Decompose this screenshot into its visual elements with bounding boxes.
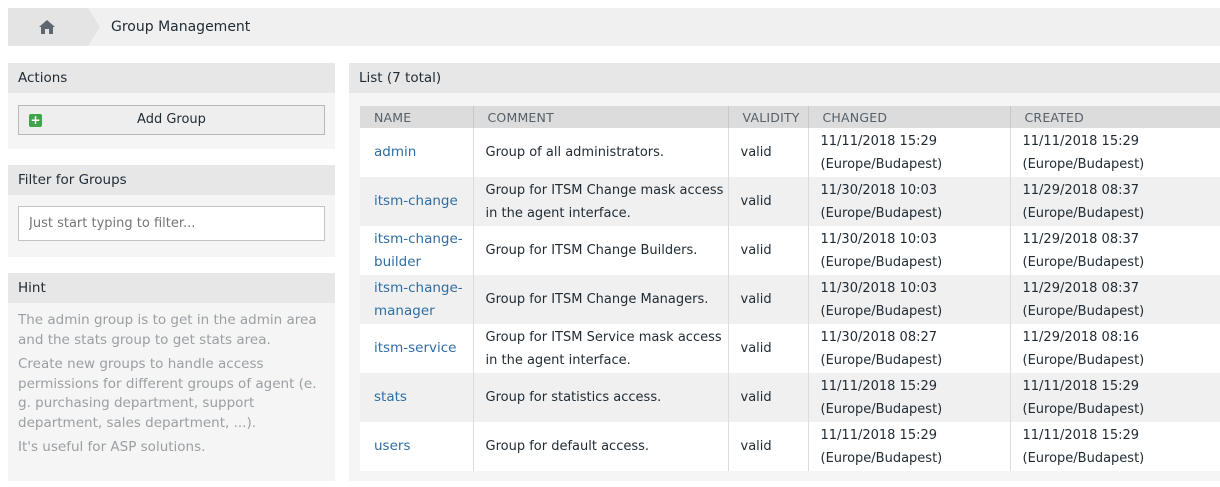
changed-timezone: (Europe/Budapest) xyxy=(820,254,943,270)
group-name-link[interactable]: admin xyxy=(360,128,474,177)
group-created: 11/11/2018 15:29 (Europe/Budapest) xyxy=(1010,128,1220,177)
created-date: 11/29/2018 08:16 xyxy=(1022,329,1140,345)
group-name-link[interactable]: itsm-change xyxy=(360,177,474,226)
list-header: List (7 total) xyxy=(349,63,1220,93)
group-validity: valid xyxy=(728,373,809,422)
created-timezone: (Europe/Budapest) xyxy=(1022,205,1145,221)
created-date: 11/29/2018 08:37 xyxy=(1022,182,1140,198)
group-comment: Group for ITSM Change Managers. xyxy=(473,275,729,324)
filter-header: Filter for Groups xyxy=(8,165,335,195)
changed-date: 11/11/2018 15:29 xyxy=(820,378,938,394)
group-name-link[interactable]: stats xyxy=(360,373,474,422)
created-timezone: (Europe/Budapest) xyxy=(1022,156,1145,172)
filter-input[interactable] xyxy=(18,206,325,241)
column-header-created[interactable]: CREATED xyxy=(1010,106,1220,128)
group-name-link[interactable]: itsm-service xyxy=(360,324,474,373)
hint-paragraph: It's useful for ASP solutions. xyxy=(18,439,206,455)
created-timezone: (Europe/Budapest) xyxy=(1022,254,1145,270)
changed-date: 11/30/2018 08:27 xyxy=(820,329,938,345)
group-name-link[interactable]: users xyxy=(360,422,474,471)
column-header-changed[interactable]: CHANGED xyxy=(808,106,1011,128)
changed-date: 11/30/2018 10:03 xyxy=(820,182,938,198)
changed-timezone: (Europe/Budapest) xyxy=(820,156,943,172)
hint-paragraph: Create new groups to handle access permi… xyxy=(18,356,317,431)
hint-header: Hint xyxy=(8,273,335,303)
hint-panel: Hint The admin group is to get in the ad… xyxy=(8,273,335,481)
changed-date: 11/30/2018 10:03 xyxy=(820,231,938,247)
table-row[interactable]: stats Group for statistics access. valid 11… xyxy=(360,373,1220,422)
plus-icon: + xyxy=(29,113,42,127)
group-comment: Group for statistics access. xyxy=(473,373,729,422)
changed-timezone: (Europe/Budapest) xyxy=(820,205,943,221)
group-changed: 11/11/2018 15:29 (Europe/Budapest) xyxy=(808,128,1011,177)
created-timezone: (Europe/Budapest) xyxy=(1022,303,1145,319)
group-comment: Group for ITSM Service mask access in th… xyxy=(473,324,729,373)
table-row[interactable]: itsm-change Group for ITSM Change mask ac… xyxy=(360,177,1220,226)
actions-header: Actions xyxy=(8,63,335,93)
group-created: 11/29/2018 08:37 (Europe/Budapest) xyxy=(1010,226,1220,275)
changed-timezone: (Europe/Budapest) xyxy=(820,401,943,417)
add-group-label: Add Group xyxy=(137,112,206,127)
group-list-panel: List (7 total) NAME COMMENT VALIDITY CHA… xyxy=(349,63,1220,481)
group-comment: Group for default access. xyxy=(473,422,729,471)
actions-panel: Actions + Add Group xyxy=(8,63,335,149)
group-changed: 11/11/2018 15:29 (Europe/Budapest) xyxy=(808,422,1011,471)
changed-timezone: (Europe/Budapest) xyxy=(820,303,943,319)
created-date: 11/11/2018 15:29 xyxy=(1022,427,1140,443)
group-changed: 11/30/2018 08:27 (Europe/Budapest) xyxy=(808,324,1011,373)
hint-body: The admin group is to get in the admin a… xyxy=(8,303,335,458)
group-validity: valid xyxy=(728,422,809,471)
changed-timezone: (Europe/Budapest) xyxy=(820,352,943,368)
table-row[interactable]: itsm-change-builder Group for ITSM Change… xyxy=(360,226,1220,275)
created-date: 11/29/2018 08:37 xyxy=(1022,231,1140,247)
group-validity: valid xyxy=(728,324,809,373)
table-header-row: NAME COMMENT VALIDITY CHANGED CREATED xyxy=(360,106,1220,128)
group-comment: Group of all administrators. xyxy=(473,128,729,177)
changed-date: 11/11/2018 15:29 xyxy=(820,133,938,149)
created-date: 11/11/2018 15:29 xyxy=(1022,133,1140,149)
group-table: NAME COMMENT VALIDITY CHANGED CREATED ad… xyxy=(360,106,1220,471)
table-row[interactable]: itsm-change-manager Group for ITSM Change… xyxy=(360,275,1220,324)
group-validity: valid xyxy=(728,226,809,275)
created-timezone: (Europe/Budapest) xyxy=(1022,450,1145,466)
group-created: 11/11/2018 15:29 (Europe/Budapest) xyxy=(1010,422,1220,471)
created-timezone: (Europe/Budapest) xyxy=(1022,401,1145,417)
filter-panel: Filter for Groups xyxy=(8,165,335,257)
group-validity: valid xyxy=(728,177,809,226)
group-validity: valid xyxy=(728,275,809,324)
table-row[interactable]: users Group for default access. valid 11/11… xyxy=(360,422,1220,471)
created-date: 11/29/2018 08:37 xyxy=(1022,280,1140,296)
changed-date: 11/11/2018 15:29 xyxy=(820,427,938,443)
changed-date: 11/30/2018 10:03 xyxy=(820,280,938,296)
group-validity: valid xyxy=(728,128,809,177)
column-header-comment[interactable]: COMMENT xyxy=(473,106,729,128)
group-created: 11/29/2018 08:37 (Europe/Budapest) xyxy=(1010,275,1220,324)
page-title: Group Management xyxy=(111,19,251,35)
column-header-validity[interactable]: VALIDITY xyxy=(728,106,809,128)
table-row[interactable]: itsm-service Group for ITSM Service mask … xyxy=(360,324,1220,373)
group-changed: 11/30/2018 10:03 (Europe/Budapest) xyxy=(808,226,1011,275)
group-created: 11/29/2018 08:37 (Europe/Budapest) xyxy=(1010,177,1220,226)
group-changed: 11/30/2018 10:03 (Europe/Budapest) xyxy=(808,177,1011,226)
group-comment: Group for ITSM Change mask access in the… xyxy=(473,177,729,226)
group-created: 11/29/2018 08:16 (Europe/Budapest) xyxy=(1010,324,1220,373)
breadcrumb-home[interactable] xyxy=(8,8,100,46)
created-date: 11/11/2018 15:29 xyxy=(1022,378,1140,394)
group-created: 11/11/2018 15:29 (Europe/Budapest) xyxy=(1010,373,1220,422)
created-timezone: (Europe/Budapest) xyxy=(1022,352,1145,368)
hint-paragraph: The admin group is to get in the admin a… xyxy=(18,312,317,348)
breadcrumb: Group Management xyxy=(8,8,1220,46)
home-icon xyxy=(39,20,55,34)
group-changed: 11/30/2018 10:03 (Europe/Budapest) xyxy=(808,275,1011,324)
table-row[interactable]: admin Group of all administrators. valid 11… xyxy=(360,128,1220,177)
group-changed: 11/11/2018 15:29 (Europe/Budapest) xyxy=(808,373,1011,422)
group-comment: Group for ITSM Change Builders. xyxy=(473,226,729,275)
add-group-button[interactable]: + Add Group xyxy=(18,105,325,135)
changed-timezone: (Europe/Budapest) xyxy=(820,450,943,466)
group-name-link[interactable]: itsm-change-manager xyxy=(360,275,474,324)
column-header-name[interactable]: NAME xyxy=(360,106,474,128)
group-name-link[interactable]: itsm-change-builder xyxy=(360,226,474,275)
